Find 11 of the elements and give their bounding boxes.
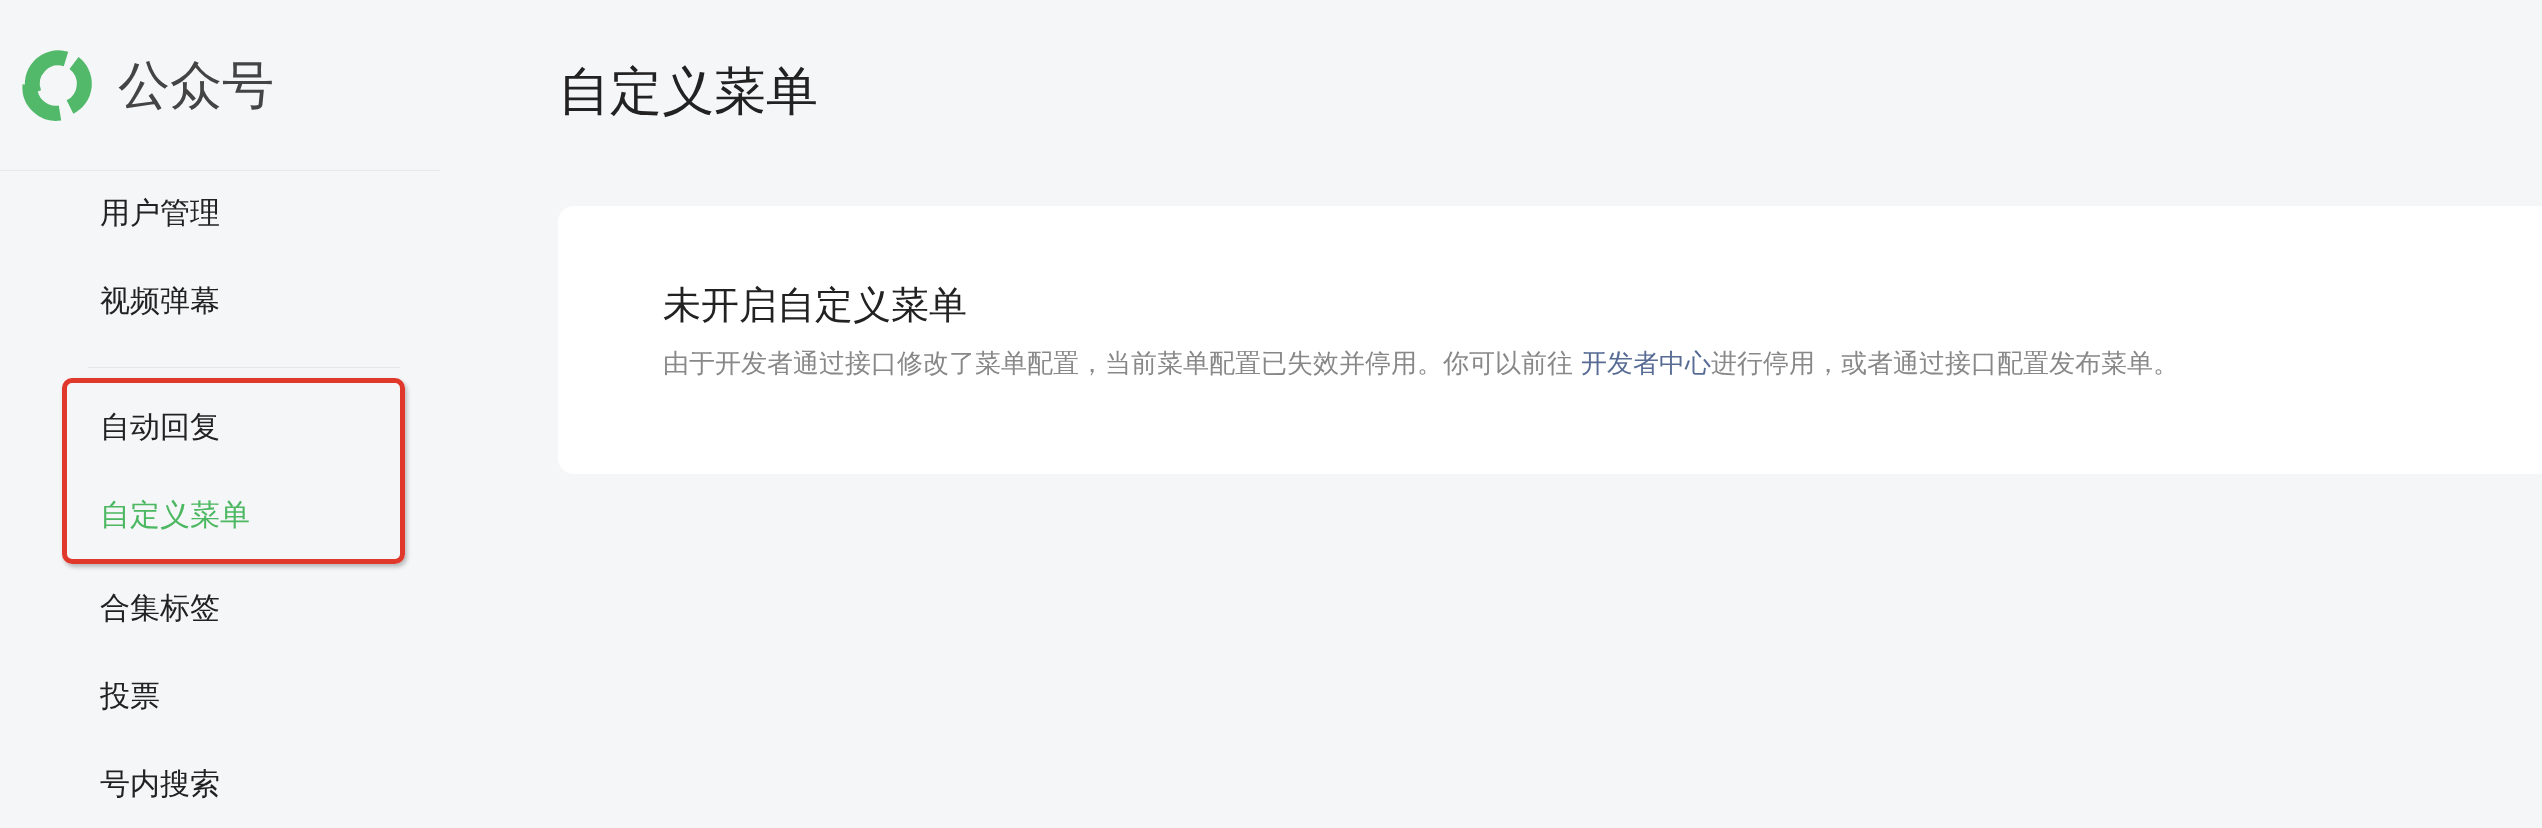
notice-title: 未开启自定义菜单 <box>663 286 968 324</box>
notice-text: 由于开发者通过接口修改了菜单配置，当前菜单配置已失效并停用。你可以前往 开发者中心进行停用，或者通过接口配置发布菜单。 <box>663 350 2181 376</box>
sidebar-item[interactable]: 投票 <box>100 681 160 711</box>
brand-title: 公众号 <box>118 54 274 117</box>
page-title: 自定义菜单 <box>558 65 818 117</box>
sidebar-item[interactable]: 号内搜索 <box>100 769 220 799</box>
sidebar-item[interactable]: 自动回复 <box>100 412 220 442</box>
sidebar-item[interactable]: 视频弹幕 <box>100 286 220 316</box>
developer-center-link[interactable]: 开发者中心 <box>1581 348 1712 378</box>
sidebar-item[interactable]: 用户管理 <box>100 198 220 228</box>
sidebar-item[interactable]: 合集标签 <box>100 593 220 623</box>
